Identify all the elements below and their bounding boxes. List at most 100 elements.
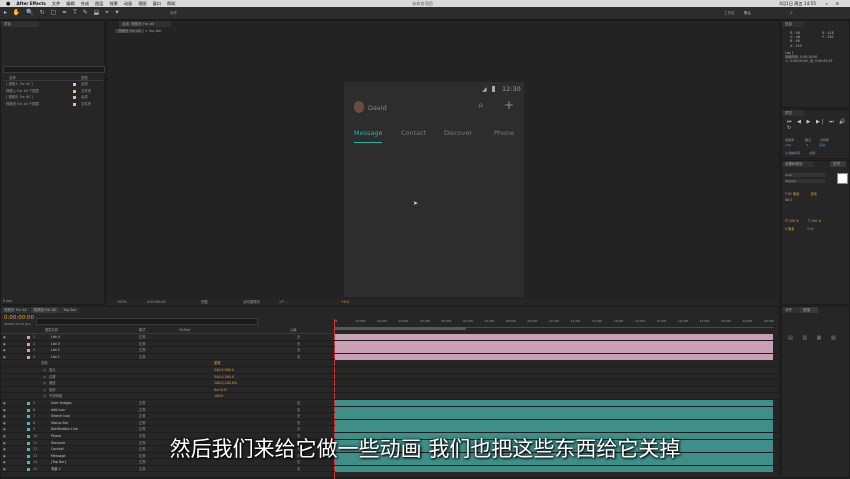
- layer-label-color[interactable]: [27, 342, 30, 346]
- visibility-eye-icon[interactable]: ●: [3, 421, 6, 425]
- layer-duration-bar[interactable]: [335, 353, 773, 360]
- timeline-layer-row[interactable]: ● 9 Notification Line 正常 无: [1, 426, 781, 433]
- layer-mode-select[interactable]: 正常: [139, 407, 146, 413]
- timeline-layer-row[interactable]: ● 7 Search Icon 正常 无: [1, 413, 781, 420]
- layer-parent-select[interactable]: 无: [297, 334, 300, 340]
- layer-label-color[interactable]: [27, 349, 30, 353]
- breadcrumb-main-comp[interactable]: 视频页 For All: [115, 29, 144, 33]
- layer-mode-select[interactable]: 正常: [139, 347, 146, 353]
- transform-property-value[interactable]: 100%: [214, 393, 223, 399]
- layer-parent-select[interactable]: 无: [297, 341, 300, 347]
- layer-parent-select[interactable]: 无: [297, 407, 300, 413]
- transform-property-value[interactable]: 540.0,360.0: [214, 367, 234, 373]
- transform-group[interactable]: 变换 重置: [1, 360, 781, 367]
- visibility-eye-icon[interactable]: ●: [3, 355, 6, 359]
- timeline-tab-1[interactable]: 视频页 For All: [1, 307, 30, 313]
- tsume-value[interactable]: 0 %: [807, 227, 813, 231]
- menu-window[interactable]: 窗口: [153, 1, 161, 7]
- transform-property-row[interactable]: ◷ 旋转 0x+0.0°: [1, 387, 781, 394]
- timeline-layer-row[interactable]: ● 3 List 2 正常 无: [1, 347, 781, 354]
- transform-reset-link[interactable]: 重置: [214, 360, 221, 366]
- timeline-layer-row[interactable]: ● 15 背景 2 正常 无: [1, 465, 781, 473]
- full-screen-checkbox[interactable]: 全屏: [809, 151, 815, 155]
- visibility-eye-icon[interactable]: ●: [3, 401, 6, 405]
- comp-tab[interactable]: 合成: 视频页 For All: [119, 21, 171, 27]
- transform-property-row[interactable]: ◷ 不透明度 100%: [1, 393, 781, 400]
- layer-duration-bar[interactable]: [335, 465, 773, 472]
- layer-mode-select[interactable]: 正常: [139, 420, 146, 426]
- preview-tab[interactable]: 预览: [782, 110, 804, 116]
- tool-icons[interactable]: ▸ ✋ 🔍 ↻ ▢ ✒ T ✎ ⬓ ⌖ ✦: [4, 9, 122, 17]
- label-color-swatch[interactable]: [73, 96, 76, 100]
- timeline-layer-row[interactable]: ● 1 List 4 正常 无: [1, 334, 781, 341]
- visibility-eye-icon[interactable]: ●: [3, 348, 6, 352]
- layer-parent-select[interactable]: 无: [297, 413, 300, 419]
- transform-property-row[interactable]: ◷ 锚点 540.0,360.0: [1, 367, 781, 374]
- stopwatch-icon[interactable]: ◷: [43, 393, 46, 399]
- layer-parent-select[interactable]: 无: [297, 466, 300, 472]
- resolution-select[interactable]: 自动: [819, 143, 825, 147]
- layer-name[interactable]: List 4: [51, 334, 60, 340]
- preview-controls[interactable]: ⏮ ◀ ▶ ▶| ⏭ 🔊 ↻: [787, 119, 849, 131]
- layer-name[interactable]: 背景 2: [51, 466, 61, 472]
- stopwatch-icon[interactable]: ◷: [43, 367, 46, 373]
- col-mode[interactable]: 模式: [139, 327, 146, 333]
- layer-mode-select[interactable]: 正常: [139, 400, 146, 406]
- layer-name[interactable]: User Images: [51, 400, 72, 406]
- exposure-offset[interactable]: +0.0: [341, 299, 349, 305]
- visibility-eye-icon[interactable]: ●: [3, 427, 6, 431]
- timeline-tab-2[interactable]: 视频页 For All: [30, 307, 60, 313]
- quality-select[interactable]: 完整: [201, 299, 208, 305]
- view-count-select[interactable]: 1个...: [279, 299, 288, 305]
- fps-select[interactable]: (30): [785, 143, 791, 147]
- visibility-eye-icon[interactable]: ●: [3, 342, 6, 346]
- timeline-timecode[interactable]: 0:00:00:00: [4, 315, 34, 321]
- app-menu[interactable]: After Effects: [16, 1, 46, 6]
- vscale-value[interactable]: 100 %: [789, 219, 799, 223]
- layer-duration-bar[interactable]: [335, 413, 773, 420]
- layer-mode-select[interactable]: 正常: [139, 341, 146, 347]
- menu-composition[interactable]: 合成: [81, 1, 89, 7]
- col-layer-name[interactable]: 图层名称: [45, 327, 58, 333]
- visibility-eye-icon[interactable]: ●: [3, 414, 6, 418]
- breadcrumb-topbar[interactable]: Top Bar: [149, 29, 162, 33]
- project-search-input[interactable]: [3, 66, 105, 73]
- work-area-bar[interactable]: [334, 327, 466, 330]
- layer-name[interactable]: Status Bar: [51, 420, 68, 426]
- layer-label-color[interactable]: [27, 421, 30, 425]
- visibility-eye-icon[interactable]: ●: [3, 335, 6, 339]
- font-size-value[interactable]: 61 像素: [788, 192, 799, 196]
- label-color-swatch[interactable]: [73, 83, 76, 86]
- stopwatch-icon[interactable]: ◷: [43, 380, 46, 386]
- layer-name[interactable]: List 2: [51, 347, 60, 353]
- menu-layer[interactable]: 图层: [95, 1, 103, 7]
- layer-duration-bar[interactable]: [335, 426, 773, 433]
- layer-name[interactable]: List 3: [51, 341, 60, 347]
- character-tab[interactable]: 字符: [830, 161, 846, 167]
- layer-name[interactable]: List 1: [51, 354, 60, 360]
- tracking-value[interactable]: 0: [790, 198, 792, 202]
- effects-tab[interactable]: 效果和预设: [782, 161, 814, 167]
- label-color-swatch[interactable]: [73, 89, 76, 93]
- zoom-select[interactable]: 100%: [117, 299, 127, 305]
- layer-label-color[interactable]: [27, 415, 30, 419]
- layer-duration-bar[interactable]: [335, 419, 773, 426]
- apple-icon[interactable]: ●: [6, 1, 10, 7]
- project-tab[interactable]: 项目: [1, 21, 39, 27]
- baseline-value[interactable]: 0 像素: [785, 227, 794, 231]
- layer-parent-select[interactable]: 无: [297, 400, 300, 406]
- layer-mode-select[interactable]: 正常: [139, 354, 146, 360]
- layer-name[interactable]: Search Icon: [51, 413, 70, 419]
- leading-value[interactable]: 自动: [810, 192, 816, 196]
- transform-property-value[interactable]: 540.0,360.0: [214, 374, 234, 380]
- project-item[interactable]: [ 视频入 For All ] 合成: [3, 81, 103, 88]
- stopwatch-icon[interactable]: ◷: [43, 387, 46, 393]
- project-item[interactable]: [ 视频页 For All ] 合成: [3, 94, 103, 101]
- timeline-layer-row[interactable]: ● 2 List 3 正常 无: [1, 340, 781, 348]
- search-help-icon[interactable]: ⌕: [790, 10, 793, 16]
- info-tab[interactable]: 信息: [782, 21, 804, 27]
- layer-parent-select[interactable]: 无: [297, 420, 300, 426]
- menu-help[interactable]: 帮助: [167, 1, 175, 7]
- col-parent[interactable]: 父级: [290, 327, 297, 333]
- project-col-name[interactable]: 名称: [9, 75, 16, 80]
